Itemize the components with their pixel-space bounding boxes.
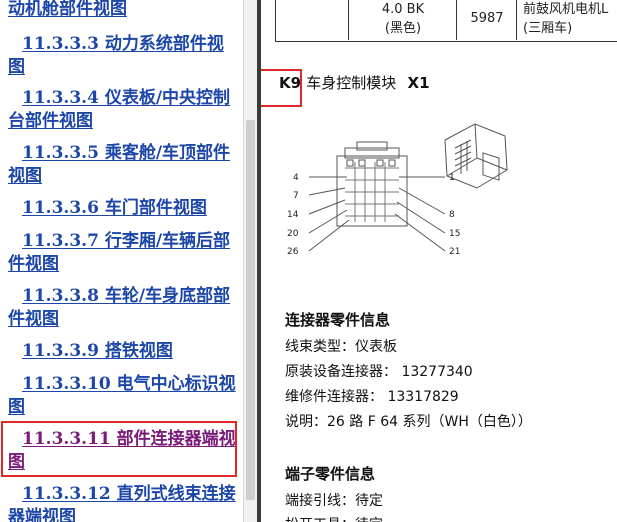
function-line2: (三厢车) (523, 21, 573, 36)
component-title: 车身控制模块 (306, 74, 397, 92)
pin-label-14: 14 (287, 210, 299, 220)
pin-label-7: 7 (293, 191, 299, 201)
wire-color-line1: 4.0 BK (381, 2, 425, 17)
service-connector: 维修件连接器： 13317829 (285, 389, 459, 405)
nav-link-11-3-3-9[interactable]: 11.3.3.9 搭铁视图 (8, 340, 240, 363)
oem-connector: 原装设备连接器： 13277340 (285, 364, 473, 380)
nav-link-11-3-3-8[interactable]: 11.3.3.8 车轮/车身底部部件视图 (8, 285, 240, 331)
pin-label-26: 26 (287, 247, 299, 257)
nav-link-11-3-3-7[interactable]: 11.3.3.7 行李厢/车辆后部件视图 (8, 230, 240, 276)
terminal-lead: 端接引线：待定 (285, 493, 383, 509)
nav-link-11-3-3-6[interactable]: 11.3.3.6 车门部件视图 (8, 197, 240, 220)
nav-link-engine-compartment[interactable]: 动机舱部件视图 (8, 0, 240, 21)
nav-scrollbar-thumb[interactable] (246, 120, 255, 500)
document-pane: 4.0 BK (黑色) 5987 前鼓风机电机L (三厢车) K9 车身控制模块… (261, 0, 617, 522)
pin-label-20: 20 (287, 229, 299, 239)
nav-scrollbar[interactable] (243, 0, 257, 522)
connector-front-view (336, 141, 408, 227)
pin-label-15: 15 (449, 229, 460, 239)
connector-description: 说明：26 路 F 64 系列（WH（白色）） (285, 414, 532, 430)
harness-type: 线束类型：仪表板 (285, 339, 397, 355)
table-cell-wire-color: 4.0 BK (黑色) (348, 0, 457, 40)
nav-link-11-3-3-4[interactable]: 11.3.3.4 仪表板/中央控制台部件视图 (8, 87, 240, 133)
nav-link-11-3-3-3[interactable]: 11.3.3.3 动力系统部件视图 (8, 33, 240, 79)
terminal-info-title: 端子零件信息 (285, 465, 376, 483)
pin-label-1: 1 (449, 173, 455, 183)
selected-link-highlight (1, 421, 237, 477)
table-cell-function: 前鼓风机电机L (三厢车) (516, 0, 617, 40)
nav-link-11-3-3-10[interactable]: 11.3.3.10 电气中心标识视图 (8, 373, 240, 419)
function-line1: 前鼓风机电机L (523, 2, 609, 17)
nav-link-11-3-3-5[interactable]: 11.3.3.5 乘客舱/车顶部件视图 (8, 142, 240, 188)
pin-table-fragment: 4.0 BK (黑色) 5987 前鼓风机电机L (三厢车) (275, 0, 617, 42)
release-tool: 松开工具：待定 (285, 514, 383, 522)
wire-color-line2: (黑色) (384, 21, 422, 36)
nav-pane: 动机舱部件视图 11.3.3.3 动力系统部件视图 11.3.3.4 仪表板/中… (0, 0, 243, 522)
pin-label-4: 4 (293, 173, 299, 183)
pin-label-21: 21 (449, 247, 460, 257)
nav-link-11-3-3-12[interactable]: 11.3.3.12 直列式线束连接器端视图 (8, 483, 240, 522)
connector-info-title: 连接器零件信息 (285, 311, 391, 329)
connector-id: X1 (407, 74, 430, 92)
connector-diagram: 4 7 14 20 26 1 8 15 21 (287, 123, 508, 257)
component-id-highlight (261, 69, 302, 107)
pin-label-8: 8 (449, 210, 455, 220)
table-cell-circuit: 5987 (456, 0, 517, 40)
